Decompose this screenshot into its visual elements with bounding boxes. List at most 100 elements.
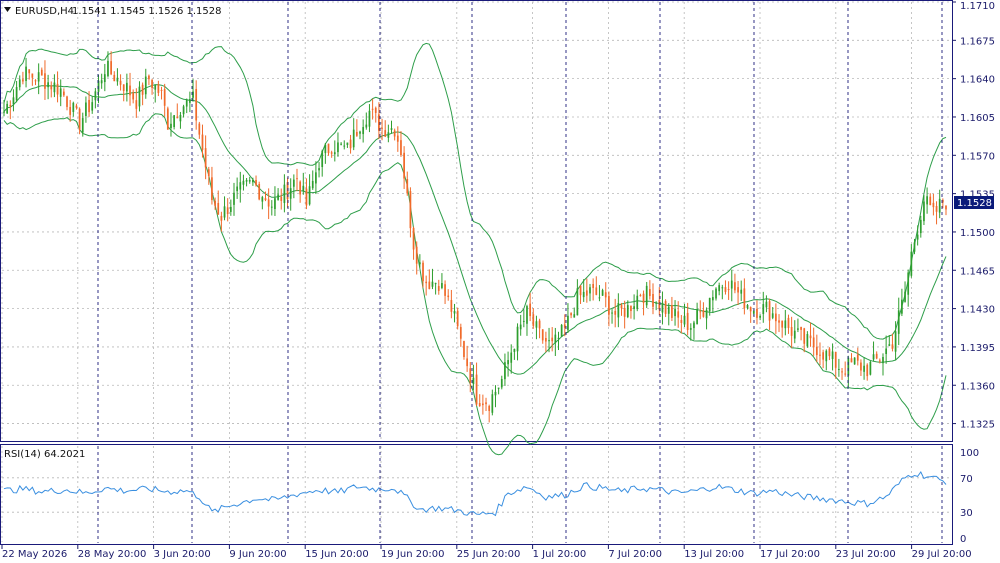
candle-body [932,202,935,208]
ohlc-values: 1.1541 1.1545 1.1526 1.1528 [72,6,222,17]
candle-body [778,320,780,323]
candle-body [680,319,683,323]
candle-body [828,348,831,357]
candle-body [478,403,481,407]
candle-body [453,311,456,314]
candle-body [648,289,651,296]
candle-body [510,352,513,363]
candle-body [727,289,730,291]
time-tick-label: 29 Jul 20:00 [912,549,972,560]
candle-body [340,143,342,145]
candle-body [775,313,777,322]
candle-body [790,327,793,336]
candle-body [428,281,431,289]
candle-body [567,315,569,330]
current-price-value: 1.1528 [957,198,992,209]
candle-body [819,354,821,356]
candle-body [784,320,787,329]
candle-body [579,285,582,296]
candle-body [715,288,717,299]
candle-body [718,285,721,292]
candle-body [211,177,213,201]
candle-body [831,351,834,359]
candle-body [434,282,437,285]
candle-body [617,303,620,318]
candle-body [721,287,724,289]
candle-body [771,313,774,318]
candle-body [173,115,175,128]
candle-body [6,103,9,114]
candle-body [696,309,698,325]
candle-body [418,262,421,265]
candle-body [141,84,144,95]
candle-body [368,110,371,127]
candle-body [693,322,695,329]
candle-body [708,297,711,312]
candle-body [201,134,204,150]
candle-body [466,358,468,367]
candle-body [277,194,279,200]
candle-body [882,357,884,364]
candle-body [475,374,478,405]
candle-body [346,142,349,145]
candle-body [907,272,910,295]
trading-chart[interactable]: 1.17101.16751.16401.16051.15701.15351.15… [0,0,1000,563]
candle-body [812,337,815,348]
candle-body [406,179,409,194]
candle-body [608,296,610,315]
candle-body [797,328,799,330]
candle-body [885,348,888,355]
rsi-label: RSI(14) 64.2021 [4,449,85,460]
candle-body [261,197,264,202]
candle-body [806,334,809,347]
candle-body [409,191,412,229]
candle-body [485,402,487,405]
candle-body [390,128,393,130]
candle-body [491,394,494,413]
candle-body [18,79,21,88]
candle-body [768,301,771,321]
candle-body [119,80,122,85]
candle-body [822,352,824,360]
candle-body [787,317,790,328]
time-tick-label: 7 Jul 20:00 [608,549,662,560]
candle-body [749,307,752,312]
candle-body [683,315,686,325]
candle-body [3,111,5,113]
candle-body [633,306,635,309]
candle-body [913,242,916,252]
candle-body [803,328,806,344]
candle-body [459,327,462,339]
candle-body [689,328,692,330]
rsi-tick-label: 100 [960,448,979,459]
candle-body [699,311,702,313]
candle-body [441,283,443,288]
candle-body [844,373,847,375]
candle-body [456,310,459,327]
candle-body [195,89,198,121]
candle-body [352,129,355,148]
candle-body [554,334,557,344]
candle-body [94,91,97,101]
candle-body [107,60,109,77]
candle-body [809,335,812,339]
candle-body [919,219,922,234]
time-tick-label: 19 Jun 20:00 [381,549,445,560]
candle-body [800,326,802,330]
candle-body [469,368,472,383]
candle-body [737,287,739,293]
candle-body [415,246,418,264]
candle-body [50,85,53,90]
candle-body [166,108,169,130]
candle-body [116,77,119,82]
time-tick-label: 1 Jul 20:00 [533,549,587,560]
candle-body [519,324,522,330]
candle-body [674,308,676,317]
candle-body [504,362,506,380]
candle-body [576,288,579,316]
candle-body [866,364,869,377]
candle-body [598,297,601,299]
candle-body [255,179,257,186]
candle-body [362,127,365,135]
candle-body [226,207,229,215]
